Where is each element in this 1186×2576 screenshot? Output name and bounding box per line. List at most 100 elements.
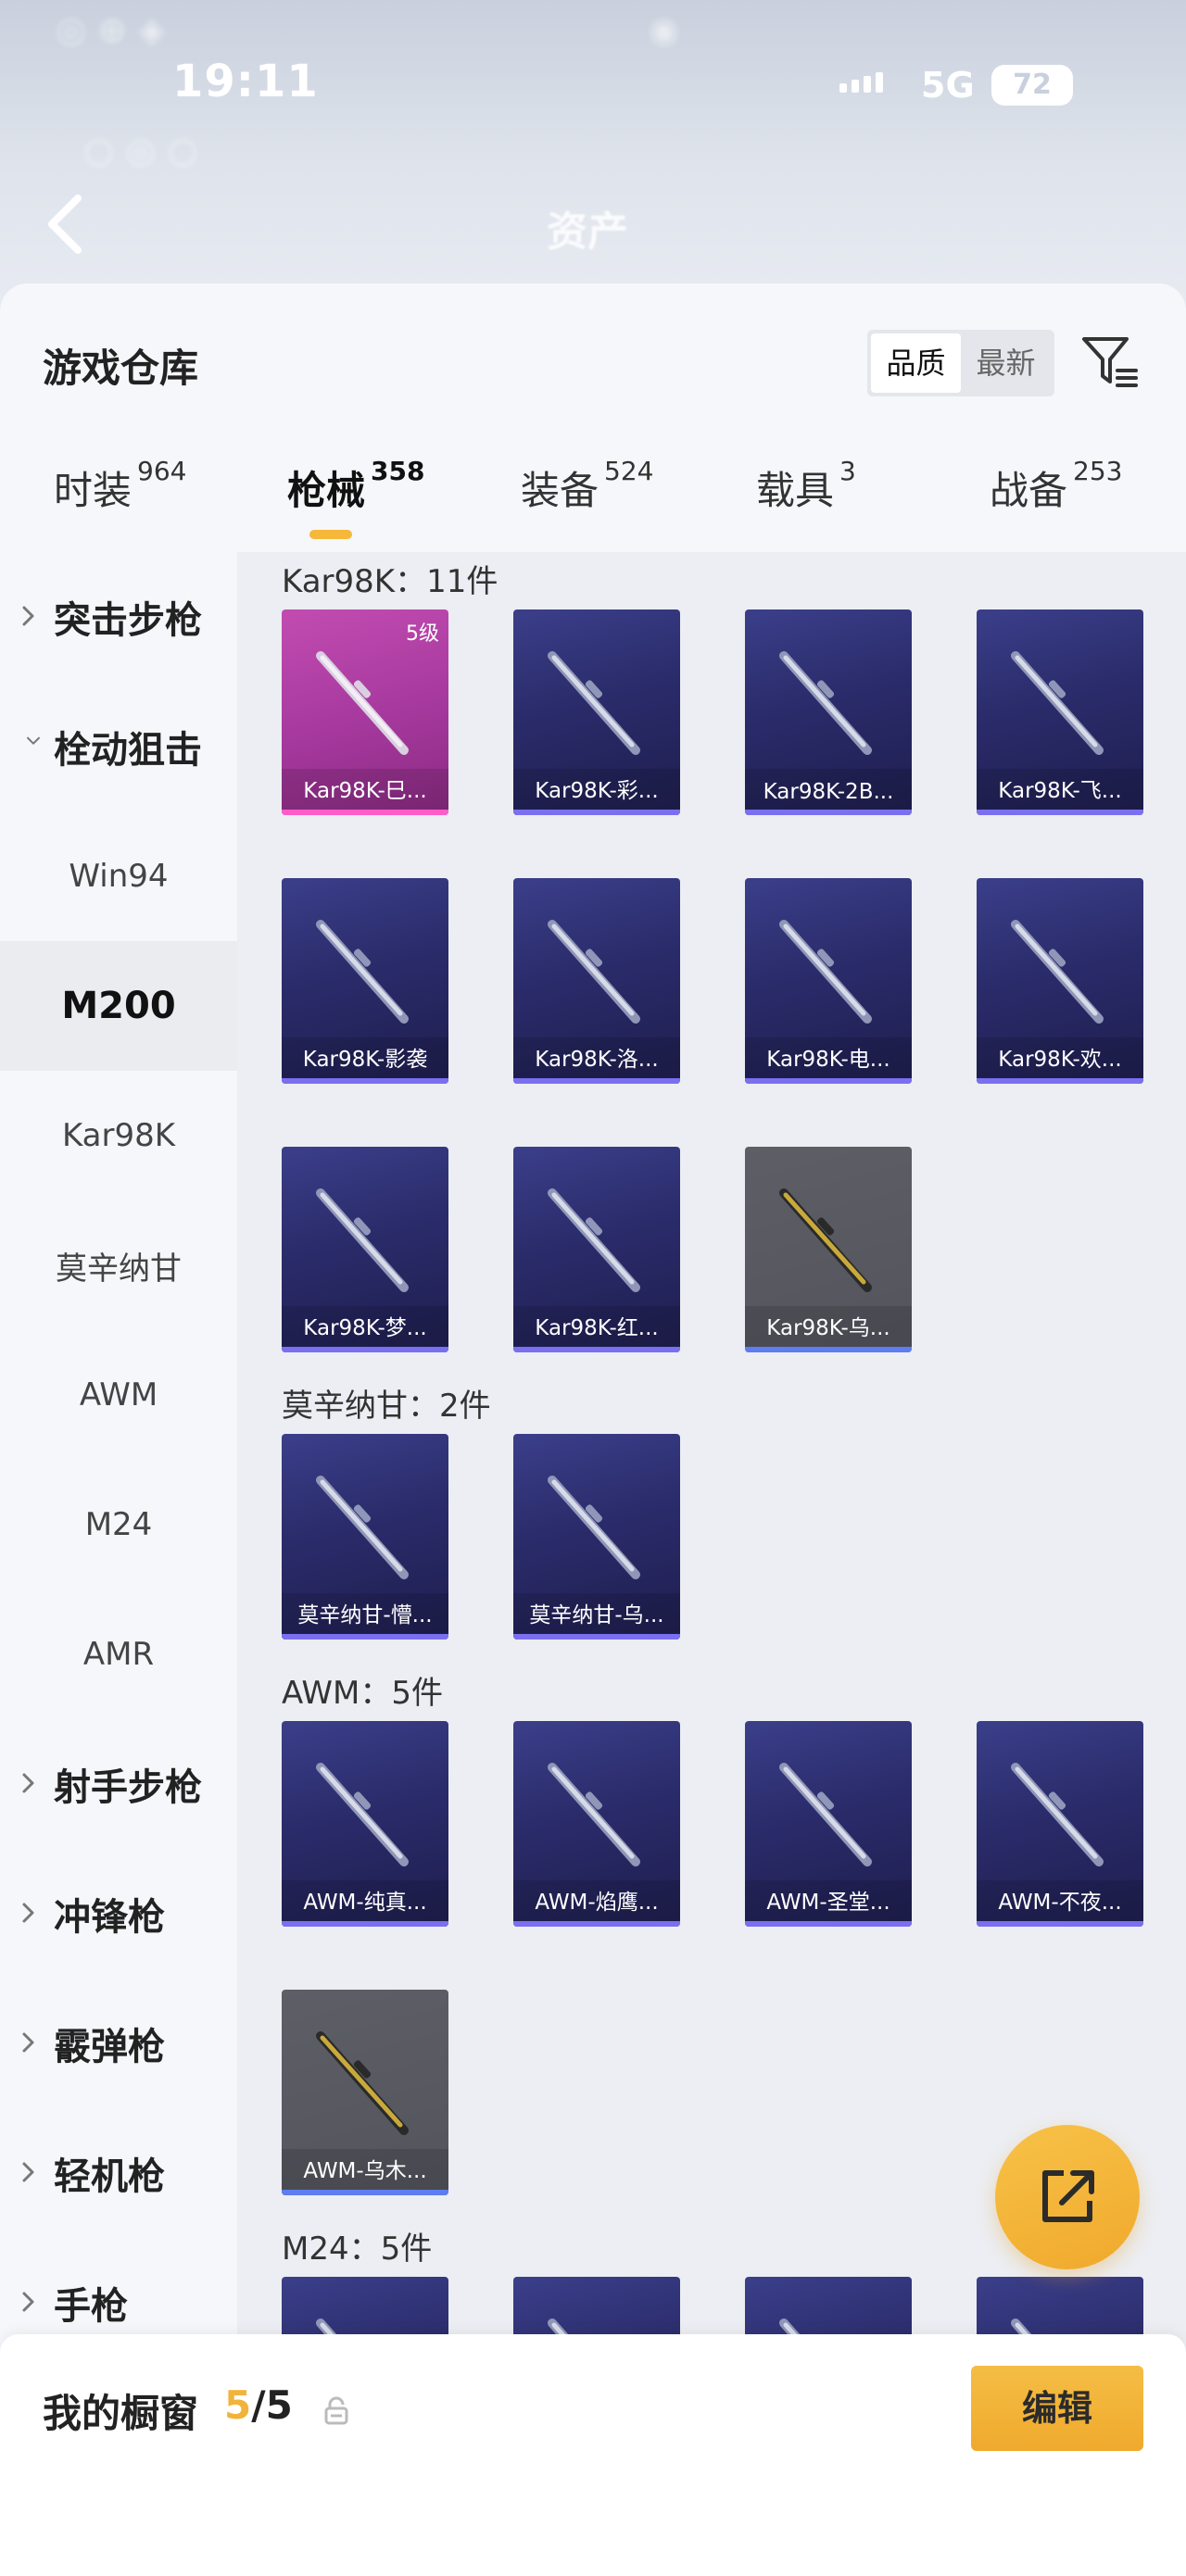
chevron-down-icon: [27, 736, 40, 745]
sidebar-item-label: 突击步枪: [54, 599, 202, 642]
sidebar-item-win94[interactable]: Win94: [0, 811, 237, 941]
rifle-icon: [316, 651, 409, 755]
weapon-name: AWM-圣堂...: [766, 1891, 890, 1915]
rifle-icon: [548, 1188, 640, 1292]
weapon-name: Kar98K-巳...: [303, 779, 427, 803]
weapon-name: AWM-乌木...: [303, 2159, 427, 2183]
sidebar-item-bolt-sniper[interactable]: 栓动狙击: [0, 682, 237, 811]
share-button[interactable]: [995, 2125, 1140, 2269]
rifle-icon: [779, 1188, 872, 1292]
weapon-sidebar: 突击步枪 栓动狙击 Win94 M200 Kar98K 莫辛纳甘 AWM M24…: [0, 552, 237, 2386]
warehouse-title: 游戏仓库: [43, 346, 199, 391]
rifle-icon: [779, 920, 872, 1024]
sidebar-item-shotgun[interactable]: 霰弹枪: [0, 1979, 237, 2108]
sidebar-item-label: 霰弹枪: [54, 2026, 165, 2068]
sidebar-item-amr[interactable]: AMR: [0, 1590, 237, 1719]
weapon-card[interactable]: Kar98K-巳... 5级: [282, 609, 448, 815]
signal-icon: [839, 72, 883, 93]
weapon-name: Kar98K-彩...: [535, 779, 659, 803]
sidebar-item-kar98k[interactable]: Kar98K: [0, 1071, 237, 1200]
showcase-title: 我的橱窗: [43, 2391, 199, 2436]
weapon-card[interactable]: Kar98K-梦...: [282, 1147, 448, 1352]
rifle-icon: [779, 1763, 872, 1866]
showcase-current: 5: [224, 2382, 252, 2428]
tab-label: 载具: [756, 468, 835, 513]
rifle-icon: [548, 1763, 640, 1866]
chevron-right-icon: [22, 1903, 34, 1923]
battery-icon: 72: [991, 65, 1073, 106]
weapon-name: Kar98K-梦...: [303, 1316, 427, 1340]
weapon-card[interactable]: Kar98K-电...: [745, 878, 912, 1084]
filter-button[interactable]: [1079, 330, 1143, 395]
rifle-icon: [548, 651, 640, 755]
weapon-card[interactable]: Kar98K-影袭: [282, 878, 448, 1084]
background-page-header: ◎ ⊕ ◈ ○ ◎ ○ ◉ 19:11 5G 72 资产: [0, 0, 1186, 306]
sidebar-item-assault-rifle[interactable]: 突击步枪: [0, 552, 237, 682]
edit-button[interactable]: 编辑: [971, 2366, 1143, 2451]
sidebar-item-label: 栓动狙击: [54, 729, 202, 772]
weapon-name: AWM-焰鹰...: [535, 1891, 659, 1915]
tab-vehicles[interactable]: 载具 3: [756, 456, 856, 552]
section-label: 莫辛纳甘：2件: [282, 1388, 491, 1425]
sidebar-item-label: 冲锋枪: [54, 1896, 165, 1939]
weapon-card[interactable]: Kar98K-彩...: [513, 609, 680, 815]
rifle-icon: [1011, 920, 1104, 1024]
tab-weapons[interactable]: 枪械 358: [287, 456, 425, 552]
weapon-name: Kar98K-洛...: [535, 1048, 659, 1072]
network-label: 5G: [921, 65, 975, 106]
chevron-right-icon: [22, 606, 34, 626]
tab-fashion[interactable]: 时装 964: [54, 456, 187, 552]
weapon-card[interactable]: Kar98K-红...: [513, 1147, 680, 1352]
showcase-count: 5/5: [224, 2382, 293, 2428]
weapon-card[interactable]: AWM-圣堂...: [745, 1721, 912, 1927]
weapon-name: Kar98K-2B...: [763, 780, 894, 804]
sidebar-item-marksman-rifle[interactable]: 射手步枪: [0, 1719, 237, 1849]
rifle-icon: [548, 920, 640, 1024]
weapon-card[interactable]: 莫辛纳甘-乌...: [513, 1434, 680, 1640]
sidebar-item-awm[interactable]: AWM: [0, 1330, 237, 1460]
weapon-card[interactable]: AWM-不夜...: [977, 1721, 1143, 1927]
sidebar-item-lmg[interactable]: 轻机枪: [0, 2108, 237, 2238]
sidebar-item-label: 射手步枪: [54, 1766, 202, 1809]
weapon-card[interactable]: Kar98K-飞...: [977, 609, 1143, 815]
chevron-left-icon: [48, 195, 82, 254]
weapon-card[interactable]: AWM-乌木...: [282, 1990, 448, 2195]
tab-label: 时装: [54, 468, 132, 513]
weapon-card[interactable]: Kar98K-欢...: [977, 878, 1143, 1084]
section-label: AWM：5件: [282, 1675, 443, 1712]
weapon-card[interactable]: Kar98K-洛...: [513, 878, 680, 1084]
weapon-card[interactable]: 莫辛纳甘-懵...: [282, 1434, 448, 1640]
chevron-right-icon: [22, 1773, 34, 1793]
weapon-card[interactable]: Kar98K-乌...: [745, 1147, 912, 1352]
sidebar-item-m200[interactable]: M200: [0, 941, 237, 1071]
share-icon: [1042, 2170, 1094, 2222]
sidebar-item-label: 手枪: [54, 2285, 128, 2328]
rifle-icon: [316, 1763, 409, 1866]
section-label: Kar98K：11件: [282, 563, 498, 600]
weapon-name: AWM-不夜...: [998, 1891, 1122, 1915]
weapon-name: Kar98K-乌...: [766, 1316, 890, 1340]
sidebar-item-smg[interactable]: 冲锋枪: [0, 1849, 237, 1979]
rifle-icon: [1011, 1763, 1104, 1866]
tab-count: 964: [137, 456, 187, 486]
weapon-card[interactable]: Kar98K-2B...: [745, 609, 912, 815]
weapon-grid: Kar98K：11件 Kar98K-巳... 5级 Kar98K-彩... Kar98K…: [237, 552, 1186, 2386]
weapon-card[interactable]: AWM-纯真...: [282, 1721, 448, 1927]
warehouse-header: 游戏仓库 品质 最新 时装 964 枪械 358 装备 524 载具 3 战备 …: [0, 283, 1186, 552]
weapon-card[interactable]: AWM-焰鹰...: [513, 1721, 680, 1927]
tab-combat-gear[interactable]: 战备 253: [990, 456, 1122, 552]
tab-count: 358: [371, 456, 425, 486]
back-button[interactable]: [37, 191, 93, 258]
sidebar-item-m24[interactable]: M24: [0, 1460, 237, 1590]
sort-quality-option[interactable]: 品质: [871, 333, 961, 393]
tab-equipment[interactable]: 装备 524: [521, 456, 653, 552]
lock-icon: [324, 2396, 348, 2425]
sidebar-item-mosin[interactable]: 莫辛纳甘: [0, 1200, 237, 1330]
active-tab-indicator: [309, 530, 352, 539]
rifle-icon: [548, 1476, 640, 1579]
sidebar-item-label: 轻机枪: [54, 2155, 165, 2198]
weapon-name: Kar98K-飞...: [998, 779, 1122, 803]
filter-icon: [1082, 337, 1138, 387]
sort-newest-option[interactable]: 最新: [961, 333, 1051, 393]
rifle-icon: [316, 2031, 409, 2135]
